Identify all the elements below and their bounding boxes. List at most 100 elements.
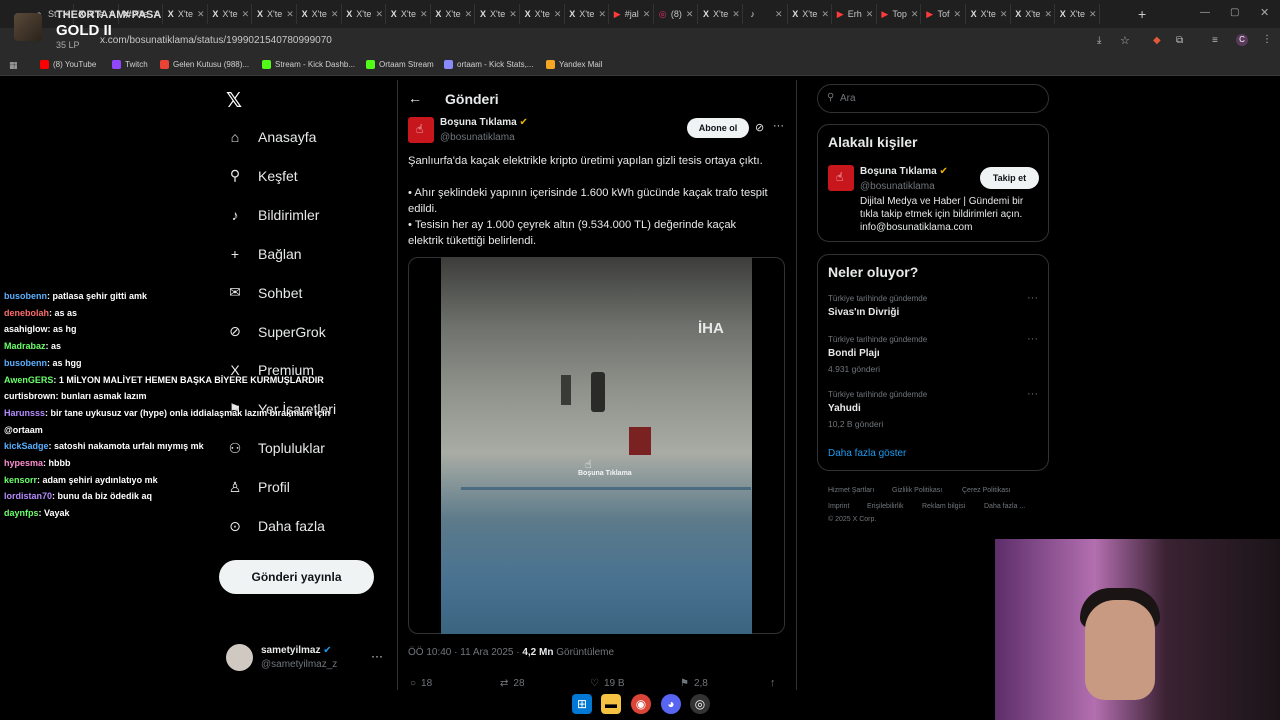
bookmark-item[interactable]: Twitch xyxy=(112,60,148,69)
chat-username[interactable]: hypesma xyxy=(4,458,43,468)
browser-tab[interactable]: X X'te ✕ xyxy=(1011,4,1056,24)
tab-close-icon[interactable]: ✕ xyxy=(509,9,517,20)
browser-tab[interactable]: X X'te ✕ xyxy=(387,4,431,24)
footer-link[interactable]: Hizmet Şartları xyxy=(828,487,874,494)
search-input[interactable]: Ara xyxy=(840,93,856,104)
tab-close-icon[interactable]: ✕ xyxy=(686,9,694,20)
nav-item-topluluklar[interactable]: ⚇ Topluluklar xyxy=(226,439,325,457)
footer-link[interactable]: Daha fazla ... xyxy=(984,503,1025,510)
back-arrow-icon[interactable]: ← xyxy=(408,90,422,106)
chat-username[interactable]: asahiglow xyxy=(4,324,48,334)
tab-close-icon[interactable]: ✕ xyxy=(1044,9,1052,20)
footer-link[interactable]: Reklam bilgisi xyxy=(922,503,965,510)
share-icon[interactable]: ↑ xyxy=(770,677,776,689)
trend-title[interactable]: Sivas'ın Divriği xyxy=(828,307,899,318)
more-icon[interactable]: ··· xyxy=(1027,292,1038,304)
discord-icon[interactable]: ◕ xyxy=(661,694,681,714)
tab-close-icon[interactable]: ✕ xyxy=(643,9,651,20)
browser-tab[interactable]: X X'te ✕ xyxy=(342,4,387,24)
author-handle[interactable]: @bosunatiklama xyxy=(440,132,515,143)
browser-tab[interactable]: X X'te ✕ xyxy=(788,4,833,24)
browser-tab[interactable]: X X'te ✕ xyxy=(476,4,520,24)
extension-icon[interactable]: ◆ xyxy=(1153,35,1161,46)
apps-icon[interactable]: ▦ xyxy=(9,60,18,71)
chat-username[interactable]: Harunsss xyxy=(4,408,45,418)
account-switcher[interactable]: sametyilmaz ✔ @sametyilmaz_z ··· xyxy=(226,644,386,674)
bookmark-item[interactable]: Yandex Mail xyxy=(546,60,602,69)
star-icon[interactable]: ☆ xyxy=(1120,34,1130,47)
nav-item-profil[interactable]: ♙ Profil xyxy=(226,478,290,496)
browser-tab[interactable]: ▶ Tof ✕ xyxy=(922,4,966,24)
browser-tab[interactable]: X X'te ✕ xyxy=(1056,4,1100,24)
minimize-icon[interactable]: — xyxy=(1200,7,1210,18)
file-explorer-icon[interactable]: ▬ xyxy=(601,694,621,714)
author-avatar[interactable]: ☝ xyxy=(408,117,434,143)
browser-tab[interactable]: ▶ Top ✕ xyxy=(877,4,922,24)
tab-close-icon[interactable]: ✕ xyxy=(331,9,339,20)
tab-close-icon[interactable]: ✕ xyxy=(420,9,428,20)
browser-tab[interactable]: ▶ #jal ✕ xyxy=(610,4,654,24)
footer-link[interactable]: Imprint xyxy=(828,503,849,510)
related-name[interactable]: Boşuna Tıklama ✔ xyxy=(860,166,948,177)
nav-item-supergrok[interactable]: ⊘ SuperGrok xyxy=(226,323,326,341)
follow-button[interactable]: Takip et xyxy=(980,167,1039,189)
tab-close-icon[interactable]: ✕ xyxy=(821,9,829,20)
profile-avatar[interactable]: C xyxy=(1236,34,1248,46)
chat-username[interactable]: curtisbrown xyxy=(4,391,56,401)
browser-tab[interactable]: ▶ Erh ✕ xyxy=(833,4,877,24)
browser-tab[interactable]: X X'te ✕ xyxy=(699,4,743,24)
nav-item-ke-fet[interactable]: ⚲ Keşfet xyxy=(226,167,298,185)
browser-tab[interactable]: X X'te ✕ xyxy=(967,4,1011,24)
reading-list-icon[interactable]: ≡ xyxy=(1212,35,1218,46)
browser-tab[interactable]: X X'te ✕ xyxy=(164,4,208,24)
like-button[interactable]: ♡ 19 B xyxy=(590,678,625,689)
browser-tab[interactable]: X X'te ✕ xyxy=(431,4,476,24)
chat-username[interactable]: AwenGERS xyxy=(4,375,53,385)
chat-username[interactable]: daynfps xyxy=(4,508,39,518)
bookmark-item[interactable]: Gelen Kutusu (988)... xyxy=(160,60,249,69)
author-name[interactable]: Boşuna Tıklama ✔ xyxy=(440,117,528,128)
nav-item-daha-fazla[interactable]: ⊙ Daha fazla xyxy=(226,517,325,535)
tab-close-icon[interactable]: ✕ xyxy=(554,9,562,20)
more-icon[interactable]: ··· xyxy=(1027,333,1038,345)
windows-start-icon[interactable]: ⊞ xyxy=(572,694,592,714)
bookmark-item[interactable]: (8) YouTube xyxy=(40,60,96,69)
show-more-link[interactable]: Daha fazla göster xyxy=(828,448,906,459)
maximize-icon[interactable]: ▢ xyxy=(1230,7,1239,18)
tab-close-icon[interactable]: ✕ xyxy=(598,9,606,20)
more-icon[interactable]: ··· xyxy=(371,649,383,663)
browser-tab[interactable]: X X'te ✕ xyxy=(521,4,565,24)
search-box[interactable]: ⚲ Ara xyxy=(817,84,1049,113)
close-window-icon[interactable]: ✕ xyxy=(1260,6,1269,19)
more-icon[interactable]: ··· xyxy=(773,120,784,132)
nav-item-bildirimler[interactable]: ♪ Bildirimler xyxy=(226,206,320,224)
browser-tab[interactable]: X X'te ✕ xyxy=(298,4,342,24)
chrome-icon[interactable]: ◉ xyxy=(631,694,651,714)
grok-icon[interactable]: ⊘ xyxy=(755,121,764,134)
tab-close-icon[interactable]: ✕ xyxy=(286,9,294,20)
footer-link[interactable]: Gizlilik Politikası xyxy=(892,487,942,494)
footer-link[interactable]: Erişilebilirlik xyxy=(867,503,904,510)
browser-tab[interactable]: X X'te ✕ xyxy=(253,4,297,24)
bookmark-item[interactable]: Stream - Kick Dashb... xyxy=(262,60,355,69)
chat-username[interactable]: Madrabaz xyxy=(4,341,46,351)
tab-close-icon[interactable]: ✕ xyxy=(953,9,961,20)
tab-close-icon[interactable]: ✕ xyxy=(732,9,740,20)
related-avatar[interactable]: ☝ xyxy=(828,165,854,191)
browser-tab[interactable]: ◎ (8) ✕ xyxy=(654,4,699,24)
tab-close-icon[interactable]: ✕ xyxy=(465,9,473,20)
puzzle-icon[interactable]: ⧉ xyxy=(1176,35,1183,46)
reply-button[interactable]: ○ 18 xyxy=(410,678,432,689)
new-tab-button[interactable]: + xyxy=(1138,6,1146,22)
tab-close-icon[interactable]: ✕ xyxy=(775,9,783,20)
video-frame[interactable] xyxy=(441,257,752,634)
nav-item-anasayfa[interactable]: ⌂ Anasayfa xyxy=(226,128,317,146)
tab-close-icon[interactable]: ✕ xyxy=(1089,9,1097,20)
tab-close-icon[interactable]: ✕ xyxy=(911,9,919,20)
repost-button[interactable]: ⇄ 28 xyxy=(500,678,525,689)
browser-tab[interactable]: ♪ ✕ xyxy=(744,4,788,24)
obs-icon[interactable]: ◎ xyxy=(690,694,710,714)
chat-username[interactable]: lordistan70 xyxy=(4,491,52,501)
nav-item-sohbet[interactable]: ✉ Sohbet xyxy=(226,284,302,302)
tab-close-icon[interactable]: ✕ xyxy=(242,9,250,20)
